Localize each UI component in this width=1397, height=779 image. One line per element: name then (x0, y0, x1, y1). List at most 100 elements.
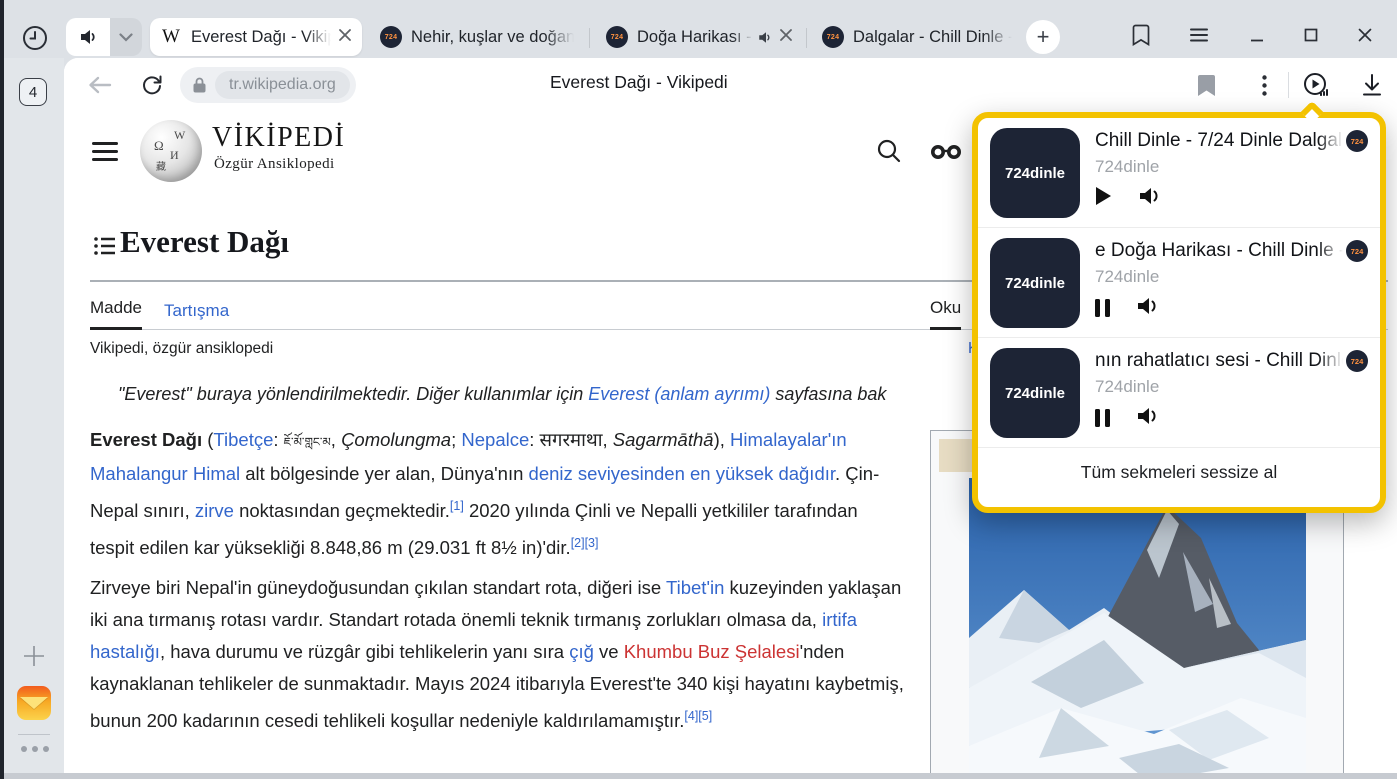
wiki-menu-button[interactable] (92, 142, 118, 162)
724dinle-favicon: 724 (380, 26, 402, 48)
maximize-button[interactable] (1296, 20, 1326, 50)
mountain-image (969, 478, 1306, 773)
volume-button[interactable] (1136, 295, 1160, 322)
address-bar[interactable]: tr.wikipedia.org (180, 67, 356, 103)
audio-thumbnail: 724dinle (990, 348, 1080, 438)
media-play-icon (1302, 71, 1330, 99)
audio-title: e Doğa Harikası - Chill Dinle - 7 (1095, 240, 1343, 262)
close-tab-icon[interactable] (780, 28, 792, 46)
724-badge: 724 (1346, 130, 1368, 152)
724dinle-favicon: 724 (822, 26, 844, 48)
tab-bar: W Everest Dağı - Vikip 724 Nehir, kuşlar… (4, 0, 1397, 58)
tab-dalgalar[interactable]: 724 Dalgalar - Chill Dinle - 7 (812, 18, 1022, 56)
audio-thumbnail: 724dinle (990, 128, 1080, 218)
page-actions-button[interactable] (1250, 71, 1278, 99)
speaker-button[interactable] (66, 18, 110, 56)
tab-everest[interactable]: W Everest Dağı - Vikip (150, 18, 362, 56)
tab-title: Doğa Harikası - C (637, 28, 753, 47)
volume-icon (1136, 405, 1160, 427)
play-button[interactable] (1095, 186, 1112, 211)
sidebar-add-button[interactable] (21, 643, 47, 669)
tab-oku[interactable]: Oku (930, 298, 961, 330)
tab-audio-control (66, 18, 142, 56)
back-arrow-icon (88, 76, 112, 94)
tab-divider (589, 28, 590, 48)
audio-subtitle: 724dinle (1095, 157, 1347, 177)
tab-madde[interactable]: Madde (90, 298, 142, 330)
audio-title: Chill Dinle - 7/24 Dinle Dalgala (1095, 130, 1343, 152)
tab-audio-icon[interactable] (757, 30, 772, 45)
hamburger-menu-icon (1190, 28, 1208, 42)
page-title: Everest Dağı - Vikipedi (550, 72, 728, 93)
wiki-appearance-button[interactable] (930, 144, 960, 174)
sidebar-more-button[interactable] (21, 746, 49, 752)
audio-tabs-popup: 724dinle Chill Dinle - 7/24 Dinle Dalgal… (972, 112, 1386, 513)
tab-title: Everest Dağı - Vikip (191, 28, 331, 47)
list-icon (94, 236, 116, 256)
wikipedia-logo[interactable]: Ω W И 藏 (140, 120, 202, 182)
bookmark-button[interactable] (1192, 71, 1220, 99)
toolbar-divider (1288, 72, 1289, 98)
plus-icon (21, 643, 47, 669)
search-icon (876, 138, 902, 164)
browser-toolbar: tr.wikipedia.org Everest Dağı - Vikipedi (64, 58, 1397, 112)
sidebar-panel-button[interactable] (1126, 20, 1156, 50)
reload-icon (140, 73, 164, 97)
browser-menu-button[interactable] (1184, 20, 1214, 50)
envelope-flap (20, 697, 48, 709)
media-player-button[interactable] (1302, 71, 1330, 99)
wikipedia-favicon: W (160, 26, 182, 48)
sidebar-divider (18, 734, 50, 735)
maximize-icon (1304, 28, 1318, 42)
article-title: Everest Dağı (120, 224, 289, 260)
minimize-icon (1250, 28, 1264, 42)
audio-dropdown-button[interactable] (110, 18, 142, 56)
lock-icon (192, 76, 207, 94)
url-text[interactable]: tr.wikipedia.org (215, 71, 350, 99)
toc-button[interactable] (94, 236, 116, 254)
volume-button[interactable] (1138, 185, 1162, 212)
history-button[interactable] (20, 23, 50, 53)
mute-all-tabs-button[interactable]: Tüm sekmeleri sessize al (978, 448, 1380, 496)
audio-item-dalgalar[interactable]: 724dinle Chill Dinle - 7/24 Dinle Dalgal… (978, 118, 1380, 228)
browser-sidebar: 4 (4, 58, 64, 773)
browser-window: W Everest Dağı - Vikip 724 Nehir, kuşlar… (4, 0, 1397, 773)
download-button[interactable] (1358, 71, 1386, 99)
tab-tartisma[interactable]: Tartışma (164, 301, 229, 330)
724-badge: 724 (1346, 350, 1368, 372)
close-tab-icon[interactable] (339, 28, 351, 46)
download-icon (1361, 73, 1383, 97)
everest-photo[interactable] (969, 478, 1306, 773)
volume-icon (1136, 295, 1160, 317)
site-subtitle: Vikipedi, özgür ansiklopedi (90, 340, 273, 358)
tab-count-badge[interactable]: 4 (19, 78, 47, 106)
close-icon (1358, 28, 1372, 42)
yandex-mail-icon[interactable] (17, 686, 51, 720)
reload-button[interactable] (138, 71, 166, 99)
pause-button[interactable] (1095, 409, 1110, 427)
tab-doga-harikasi[interactable]: 724 Doğa Harikası - C (596, 18, 802, 56)
hatnote: "Everest" buraya yönlendirilmektedir. Di… (118, 384, 984, 405)
clock-icon (20, 23, 50, 53)
paragraph-routes: Zirveye biri Nepal'in güneydoğusundan çı… (90, 572, 904, 737)
audio-subtitle: 724dinle (1095, 377, 1347, 397)
minimize-button[interactable] (1242, 20, 1272, 50)
new-tab-button[interactable]: + (1026, 20, 1060, 54)
wiki-wordmark[interactable]: VİKİPEDİ (212, 122, 345, 154)
back-button[interactable] (86, 71, 114, 99)
close-window-button[interactable] (1350, 20, 1380, 50)
audio-subtitle: 724dinle (1095, 267, 1347, 287)
bookmark-flag-icon (1198, 75, 1215, 96)
glasses-icon (930, 144, 964, 160)
724-badge: 724 (1346, 240, 1368, 262)
bookmark-panel-icon (1132, 24, 1150, 46)
audio-item-rahatlatici[interactable]: 724dinle nın rahatlatıcı sesi - Chill Di… (978, 338, 1380, 448)
audio-item-doga-harikasi[interactable]: 724dinle e Doğa Harikası - Chill Dinle -… (978, 228, 1380, 338)
tab-title: Nehir, kuşlar ve doğan (411, 28, 574, 47)
wiki-search-button[interactable] (876, 138, 906, 168)
volume-button[interactable] (1136, 405, 1160, 432)
wiki-wordmark-tagline: Özgür Ansiklopedi (214, 156, 335, 173)
speaker-icon (78, 27, 98, 47)
tab-nehir[interactable]: 724 Nehir, kuşlar ve doğan (370, 18, 584, 56)
pause-button[interactable] (1095, 299, 1110, 317)
